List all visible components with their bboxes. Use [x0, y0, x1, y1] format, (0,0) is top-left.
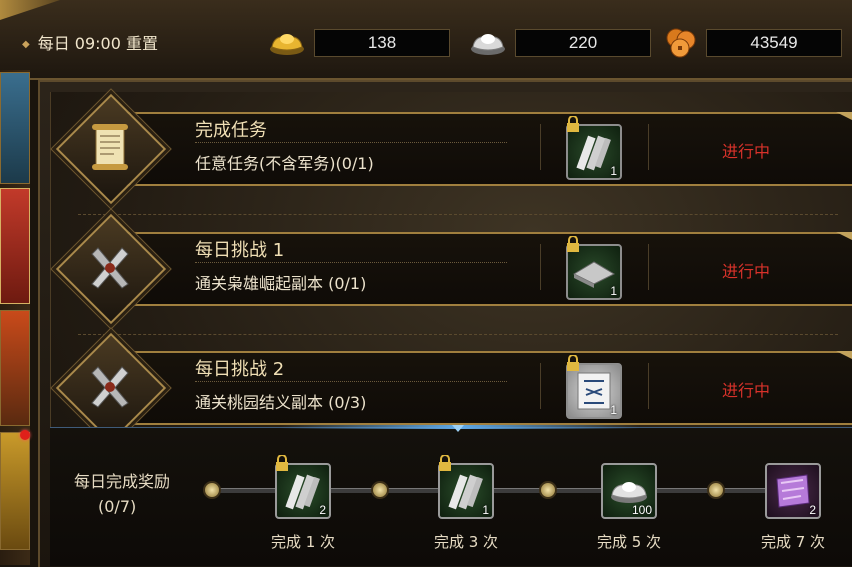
- title-divider: [195, 381, 507, 382]
- task-status: 进行中: [722, 381, 771, 400]
- column-divider: [540, 363, 541, 409]
- reward-count: 1: [610, 403, 617, 417]
- notification-dot: [20, 430, 30, 440]
- diamond-icon: ◆: [22, 39, 30, 50]
- task-description: 通关枭雄崛起副本 (0/1): [195, 274, 367, 293]
- task-title: 每日挑战 1: [195, 240, 285, 261]
- lock-icon: [567, 236, 579, 252]
- task-row: 每日挑战 1 通关枭雄崛起副本 (0/1) 1 进行中: [55, 213, 852, 325]
- milestone-count: 1: [482, 503, 489, 517]
- side-tab-strip: [0, 70, 30, 565]
- milestone-reward-slot[interactable]: 1: [438, 455, 494, 519]
- lock-icon: [567, 116, 579, 132]
- milestone-label: 完成 7 次: [760, 533, 826, 551]
- crossed-blades-icon: [82, 359, 138, 415]
- task-row: 完成任务 任意任务(不含军务)(0/1) 1 进行中: [55, 93, 852, 205]
- reward-item-slot[interactable]: 1: [566, 236, 622, 300]
- task-status: 进行中: [722, 262, 771, 281]
- milestone-reward-slot[interactable]: 2: [275, 455, 331, 519]
- title-divider: [195, 142, 507, 143]
- milestone-reward-slot[interactable]: 100: [601, 463, 657, 519]
- column-divider: [540, 124, 541, 170]
- lock-icon: [439, 455, 451, 471]
- task-status: 进行中: [722, 142, 771, 161]
- task-description: 通关桃园结义副本 (0/3): [195, 393, 367, 412]
- reward-item-slot[interactable]: 1: [566, 355, 622, 419]
- milestone-count: 100: [631, 503, 652, 517]
- daily-reward-label: 每日完成奖励: [74, 472, 171, 491]
- column-divider: [540, 244, 541, 290]
- task-title: 完成任务: [195, 120, 267, 141]
- reward-item-slot[interactable]: 1: [566, 116, 622, 180]
- track-node: [371, 481, 389, 499]
- panel-pointer-icon: [452, 425, 464, 432]
- side-tab-4[interactable]: [0, 432, 30, 550]
- reset-text: 每日 09:00 重置: [37, 34, 158, 53]
- title-divider: [195, 262, 507, 263]
- track-node: [707, 481, 725, 499]
- top-bar: ◆ 每日 09:00 重置 138 220 43549: [0, 0, 852, 80]
- row-divider: [78, 214, 838, 215]
- milestone-label: 完成 3 次: [433, 533, 499, 551]
- crossed-blades-icon: [82, 240, 138, 296]
- copper-coins-icon: [662, 26, 700, 58]
- milestone-label: 完成 5 次: [596, 533, 662, 551]
- milestone-label: 完成 1 次: [270, 533, 336, 551]
- task-title: 每日挑战 2: [195, 359, 285, 380]
- row-divider: [78, 334, 838, 335]
- track-node: [203, 481, 221, 499]
- side-tab-3[interactable]: [0, 310, 30, 426]
- daily-reward-progress: (0/7): [98, 497, 137, 516]
- gold-ingot-icon: [268, 26, 306, 58]
- silver-ingot-icon: [469, 26, 507, 58]
- copper-amount: 43549: [706, 29, 842, 57]
- scroll-icon: [82, 120, 138, 176]
- reward-count: 1: [610, 284, 617, 298]
- column-divider: [648, 124, 649, 170]
- lock-icon: [276, 455, 288, 471]
- track-node: [539, 481, 557, 499]
- task-description: 任意任务(不含军务)(0/1): [195, 154, 374, 173]
- column-divider: [648, 363, 649, 409]
- milestone-reward-slot[interactable]: 2: [765, 463, 821, 519]
- task-row: 每日挑战 2 通关桃园结义副本 (0/3) 1 进行中: [55, 332, 852, 444]
- lock-icon: [567, 355, 579, 371]
- side-tab-1[interactable]: [0, 72, 30, 184]
- milestone-count: 2: [809, 503, 816, 517]
- silver-amount: 220: [515, 29, 651, 57]
- column-divider: [648, 244, 649, 290]
- corner-ornament: [0, 0, 60, 20]
- reset-notice: ◆ 每日 09:00 重置: [22, 30, 158, 54]
- reward-count: 1: [610, 164, 617, 178]
- gold-amount: 138: [314, 29, 450, 57]
- side-tab-2[interactable]: [0, 188, 30, 304]
- milestone-count: 2: [319, 503, 326, 517]
